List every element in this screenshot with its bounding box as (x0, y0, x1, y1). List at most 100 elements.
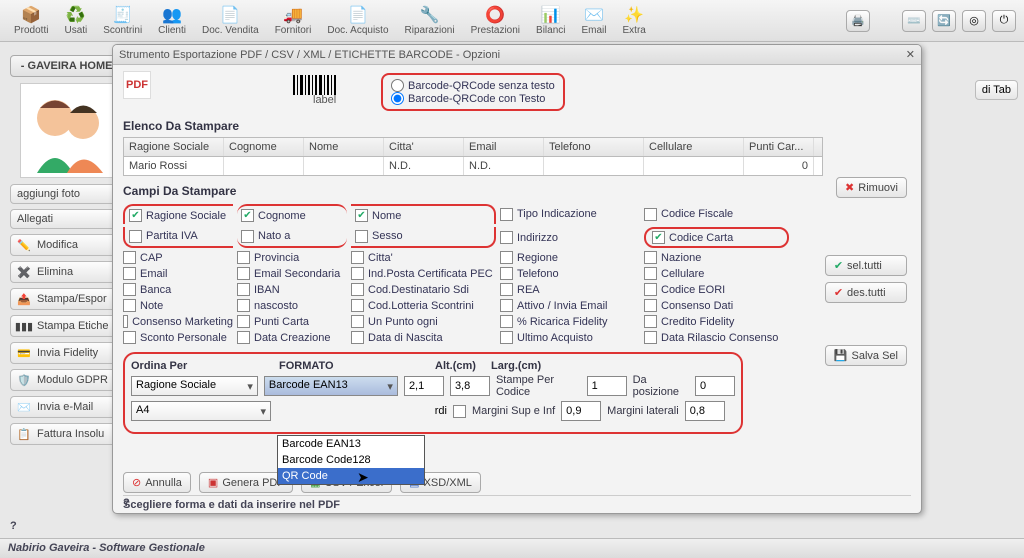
help-icon[interactable]: ? (10, 520, 17, 532)
radio-with-text[interactable]: Barcode-QRCode con Testo (391, 92, 555, 105)
chk-credito[interactable]: Credito Fidelity (644, 315, 789, 328)
tab-button[interactable]: di Tab (975, 80, 1018, 100)
tb-scontrini[interactable]: 🧾Scontrini (97, 3, 148, 38)
chk-cap[interactable]: CAP (123, 251, 233, 264)
chk-uacq[interactable]: Ultimo Acquisto (500, 331, 640, 344)
chk-attivo[interactable]: Attivo / Invia Email (500, 299, 640, 312)
tb-docvendita[interactable]: 📄Doc. Vendita (196, 3, 265, 38)
mail-icon: ✉️ (17, 400, 31, 414)
chk-dcrea[interactable]: Data Creazione (237, 331, 347, 344)
chk-eori[interactable]: Codice EORI (644, 283, 789, 296)
power-button[interactable]: ⏻ (992, 10, 1016, 32)
chk-bordi[interactable] (453, 405, 466, 418)
chk-banca[interactable]: Banca (123, 283, 233, 296)
opt-qrcode[interactable]: QR Code (278, 468, 424, 484)
radio-without-text[interactable]: Barcode-QRCode senza testo (391, 79, 555, 92)
chk-pcarta[interactable]: Punti Carta (237, 315, 347, 328)
rimuovi-button[interactable]: ✖Rimuovi (836, 177, 907, 198)
cancel-icon: ⊘ (132, 476, 141, 489)
chk-iban[interactable]: IBAN (237, 283, 347, 296)
chk-prov[interactable]: Provincia (237, 251, 347, 264)
pagina-select[interactable]: A4 (131, 401, 271, 421)
chk-nato[interactable]: Nato a (237, 227, 347, 248)
dapos-input[interactable] (695, 376, 735, 396)
chk-spers[interactable]: Sconto Personale (123, 331, 233, 344)
des-tutti-button[interactable]: ✔des.tutti (825, 282, 907, 303)
refresh-icon: 🔄 (937, 14, 951, 27)
col-email[interactable]: Email (464, 138, 544, 156)
formato-dropdown[interactable]: Barcode EAN13 Barcode Code128 QR Code (277, 435, 425, 485)
footer-hint: Scegliere forma e dati da inserire nel P… (123, 495, 911, 511)
chk-lotteria[interactable]: Cod.Lotteria Scontrini (351, 299, 496, 312)
campi-title: Campi Da Stampare (123, 184, 911, 198)
alt-input[interactable] (404, 376, 444, 396)
chk-pec[interactable]: Ind.Posta Certificata PEC (351, 267, 496, 280)
tb-email[interactable]: ✉️Email (576, 3, 613, 38)
chk-dnasc[interactable]: Data di Nascita (351, 331, 496, 344)
chk-cfisc[interactable]: Codice Fiscale (644, 204, 789, 224)
chk-sesso[interactable]: Sesso (351, 227, 496, 248)
col-citta[interactable]: Citta' (384, 138, 464, 156)
chk-indir[interactable]: Indirizzo (500, 227, 640, 248)
chk-marketing[interactable]: Consenso Marketing (123, 315, 233, 328)
close-icon[interactable]: ✕ (906, 48, 915, 61)
chk-nascosto[interactable]: nascosto (237, 299, 347, 312)
chk-ccarta[interactable]: Codice Carta (652, 231, 781, 244)
chk-piva[interactable]: Partita IVA (123, 227, 233, 248)
col-ragione[interactable]: Ragione Sociale (124, 138, 224, 156)
col-nome[interactable]: Nome (304, 138, 384, 156)
customer-photo (20, 83, 120, 178)
chk-drilcons[interactable]: Data Rilascio Consenso (644, 331, 789, 344)
print-button[interactable]: 🖨️ (846, 10, 870, 32)
tb-extra[interactable]: ✨Extra (617, 3, 652, 38)
marg-sup-input[interactable] (561, 401, 601, 421)
tb-riparazioni[interactable]: 🔧Riparazioni (399, 3, 461, 38)
chk-tipo[interactable]: Tipo Indicazione (500, 204, 640, 224)
chk-unpunto[interactable]: Un Punto ogni (351, 315, 496, 328)
chk-nome[interactable]: Nome (351, 204, 496, 224)
tb-usati[interactable]: ♻️Usati (58, 3, 93, 38)
chk-consenso[interactable]: Consenso Dati (644, 299, 789, 312)
tb-prestazioni[interactable]: ⭕Prestazioni (465, 3, 526, 38)
col-punti[interactable]: Punti Car... (744, 138, 814, 156)
chk-rea[interactable]: REA (500, 283, 640, 296)
refresh-button[interactable]: 🔄 (932, 10, 956, 32)
chk-note[interactable]: Note (123, 299, 233, 312)
opt-ean13[interactable]: Barcode EAN13 (278, 436, 424, 452)
ordina-select[interactable]: Ragione Sociale (131, 376, 258, 396)
tb-clienti[interactable]: 👥Clienti (152, 3, 192, 38)
salva-sel-button[interactable]: 💾Salva Sel (825, 345, 907, 366)
delete-icon: ✖️ (17, 265, 31, 279)
sel-tutti-button[interactable]: ✔sel.tutti (825, 255, 907, 276)
chk-email2[interactable]: Email Secondaria (237, 267, 347, 280)
keyboard-button[interactable]: ⌨️ (902, 10, 926, 32)
table-row[interactable]: Mario Rossi N.D. N.D. 0 (124, 157, 822, 175)
col-cognome[interactable]: Cognome (224, 138, 304, 156)
tb-prodotti[interactable]: 📦Prodotti (8, 3, 54, 38)
opt-code128[interactable]: Barcode Code128 (278, 452, 424, 468)
formato-select[interactable]: Barcode EAN13 (264, 376, 398, 396)
chk-ricarica[interactable]: % Ricarica Fidelity (500, 315, 640, 328)
col-cellulare[interactable]: Cellulare (644, 138, 744, 156)
chk-email[interactable]: Email (123, 267, 233, 280)
tb-bilanci[interactable]: 📊Bilanci (530, 3, 571, 38)
chk-cel[interactable]: Cellulare (644, 267, 789, 280)
larg-input[interactable] (450, 376, 490, 396)
chk-ragione[interactable]: Ragione Sociale (123, 204, 233, 224)
chk-citta[interactable]: Citta' (351, 251, 496, 264)
marg-lat-input[interactable] (685, 401, 725, 421)
stampe-input[interactable] (587, 376, 627, 396)
annulla-button[interactable]: ⊘Annulla (123, 472, 191, 493)
dialog-titlebar: Strumento Esportazione PDF / CSV / XML /… (113, 45, 921, 65)
col-telefono[interactable]: Telefono (544, 138, 644, 156)
print-list-table: Ragione Sociale Cognome Nome Citta' Emai… (123, 137, 823, 176)
chk-cognome[interactable]: Cognome (237, 204, 347, 224)
chk-nazione[interactable]: Nazione (644, 251, 789, 264)
chk-sdi[interactable]: Cod.Destinatario Sdi (351, 283, 496, 296)
chk-tel[interactable]: Telefono (500, 267, 640, 280)
tb-fornitori[interactable]: 🚚Fornitori (269, 3, 318, 38)
target-button[interactable]: ◎ (962, 10, 986, 32)
chk-regione[interactable]: Regione (500, 251, 640, 264)
tb-docacquisto[interactable]: 📄Doc. Acquisto (321, 3, 394, 38)
barcode-icon: ▮▮▮ (17, 319, 31, 333)
